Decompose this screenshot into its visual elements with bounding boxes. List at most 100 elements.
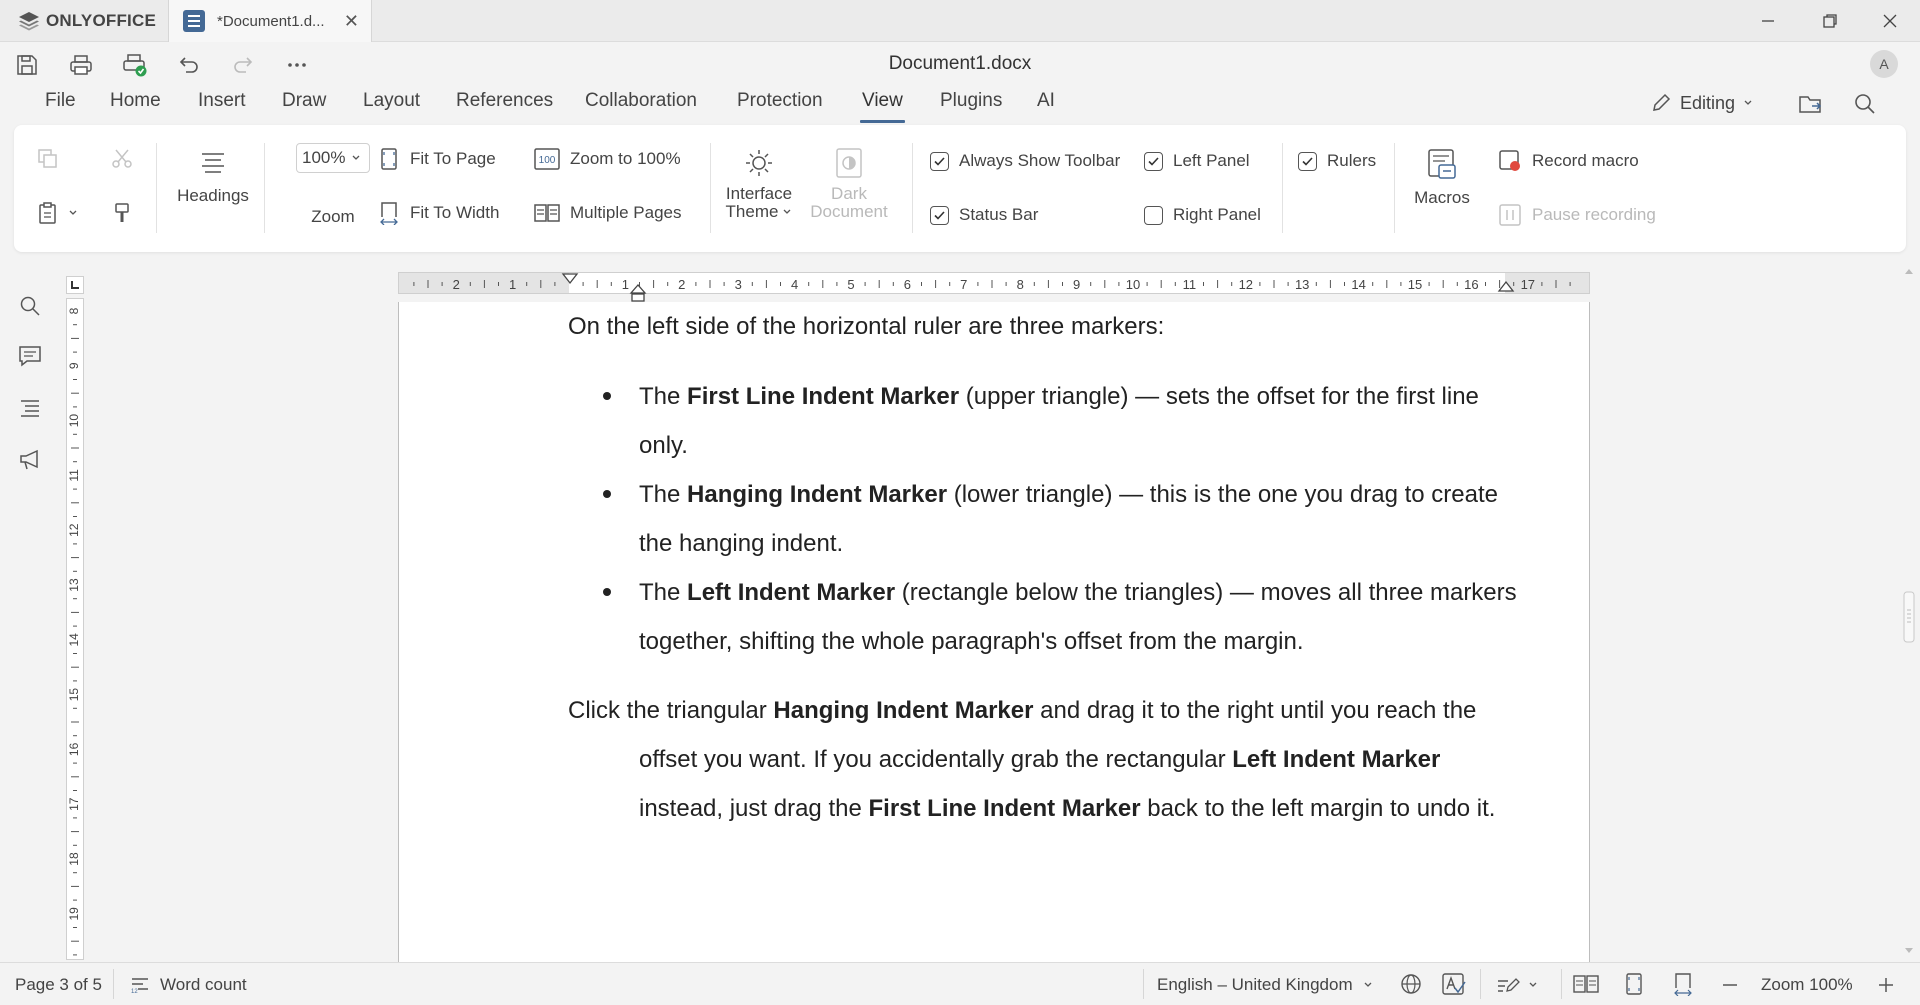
tab-plugins[interactable]: Plugins	[940, 90, 1002, 112]
checkbox-checked[interactable]	[930, 205, 949, 225]
fit-to-width-button[interactable]: Fit To Width	[378, 201, 499, 225]
navigation-button[interactable]	[16, 394, 44, 422]
paste-button[interactable]	[36, 201, 78, 225]
document-language-button[interactable]	[1400, 973, 1422, 1000]
zoom-to-100-button[interactable]: 100 Zoom to 100%	[534, 147, 681, 171]
save-button[interactable]	[12, 50, 42, 80]
hanging-paragraph: Click the triangular Hanging Indent Mark…	[568, 686, 1508, 833]
ruler-number: 12	[67, 523, 81, 537]
feedback-button[interactable]	[16, 446, 44, 474]
paragraph-term: First Line Indent Marker	[868, 795, 1141, 822]
tab-references[interactable]: References	[456, 90, 553, 112]
find-button[interactable]	[16, 292, 44, 320]
more-button[interactable]	[282, 50, 312, 80]
document-page[interactable]: On the left side of the horizontal ruler…	[398, 302, 1590, 962]
right-indent-marker[interactable]	[1497, 279, 1515, 293]
open-file-location-button[interactable]	[1798, 92, 1824, 121]
always-show-toolbar-checkbox[interactable]: Always Show Toolbar	[930, 151, 1120, 171]
close-tab-icon[interactable]: ✕	[344, 11, 359, 32]
headings-button[interactable]: Headings	[174, 149, 252, 205]
search-button[interactable]	[1853, 92, 1877, 121]
reading-mode-button[interactable]	[1573, 974, 1599, 999]
tab-ai[interactable]: AI	[1037, 90, 1055, 112]
status-bar-checkbox[interactable]: Status Bar	[930, 205, 1038, 225]
spell-check-icon	[1442, 973, 1466, 995]
rulers-checkbox[interactable]: Rulers	[1298, 151, 1376, 171]
tab-title: *Document1.d...	[217, 12, 325, 30]
zoom-out-button[interactable]	[1720, 975, 1740, 1000]
multiple-pages-button[interactable]: Multiple Pages	[534, 201, 682, 225]
scroll-down-icon	[1905, 948, 1913, 953]
page-indicator[interactable]: Page 3 of 5	[15, 975, 102, 995]
chevron-down-icon	[1744, 100, 1752, 105]
tab-insert[interactable]: Insert	[198, 90, 246, 112]
instruction-paragraph[interactable]: Click the triangular Hanging Indent Mark…	[568, 686, 1508, 833]
status-separator	[113, 969, 114, 999]
interface-theme-label-1: Interface	[725, 184, 793, 203]
restore-button[interactable]	[1800, 0, 1860, 42]
right-panel-checkbox[interactable]: Right Panel	[1144, 205, 1261, 225]
horizontal-ruler[interactable]: 2 1 1 2 3 4 5 6 7 8 9 10 11 12 13 14 15 16 17	[398, 272, 1590, 302]
tab-selector[interactable]	[66, 276, 84, 294]
zoom-level[interactable]: Zoom 100%	[1761, 975, 1853, 995]
tab-draw[interactable]: Draw	[282, 90, 326, 112]
list-item[interactable]: The Left Indent Marker (rectangle below …	[603, 568, 1519, 666]
vertical-scrollbar[interactable]	[1900, 264, 1918, 960]
comments-button[interactable]	[16, 342, 44, 370]
multiple-pages-icon	[534, 204, 560, 222]
track-changes-button[interactable]	[1496, 975, 1538, 995]
record-macro-button[interactable]: Record macro	[1498, 149, 1639, 173]
checkbox-checked[interactable]	[1298, 151, 1317, 171]
macros-button[interactable]: Macros	[1406, 147, 1478, 207]
undo-button[interactable]	[174, 50, 204, 80]
redo-button[interactable]	[228, 50, 258, 80]
marker-list[interactable]: The First Line Indent Marker (upper tria…	[603, 372, 1519, 666]
checkbox-unchecked[interactable]	[1144, 205, 1163, 225]
list-item[interactable]: The Hanging Indent Marker (lower triangl…	[603, 470, 1519, 568]
check-icon	[934, 156, 945, 166]
pause-recording-button[interactable]: Pause recording	[1498, 203, 1656, 227]
first-line-indent-marker[interactable]	[561, 273, 579, 285]
tab-file[interactable]: File	[45, 90, 76, 112]
copy-button[interactable]	[36, 147, 60, 176]
language-select[interactable]: English – United Kingdom	[1157, 975, 1373, 995]
zoom-in-button[interactable]	[1876, 975, 1896, 1000]
close-window-button[interactable]	[1860, 0, 1920, 42]
fit-page-status-button[interactable]	[1623, 972, 1645, 1001]
cut-button[interactable]	[110, 147, 134, 176]
list-item[interactable]: The First Line Indent Marker (upper tria…	[603, 372, 1519, 470]
ruler-number: 1	[622, 277, 629, 292]
checkbox-checked[interactable]	[930, 151, 949, 171]
fit-width-status-button[interactable]	[1672, 972, 1694, 1001]
document-tab[interactable]: *Document1.d... ✕	[168, 0, 372, 42]
quick-print-button[interactable]	[120, 50, 150, 80]
editing-mode-button[interactable]: Editing	[1650, 92, 1753, 114]
zoom-to-100-label: Zoom to 100%	[570, 149, 681, 168]
tab-layout[interactable]: Layout	[363, 90, 420, 112]
plus-icon	[1879, 978, 1893, 992]
avatar[interactable]: A	[1870, 50, 1898, 78]
ruler-number: 14	[1351, 277, 1365, 292]
word-count-button[interactable]: 12 Word count	[130, 975, 247, 995]
zoom-select[interactable]: 100%	[296, 143, 370, 173]
interface-theme-button[interactable]: Interface Theme	[722, 147, 796, 221]
checkbox-checked[interactable]	[1144, 151, 1163, 171]
minimize-button[interactable]	[1738, 0, 1798, 42]
print-button[interactable]	[66, 50, 96, 80]
spell-check-button[interactable]	[1442, 973, 1466, 1000]
left-panel-checkbox[interactable]: Left Panel	[1144, 151, 1250, 171]
word-count-icon: 12	[131, 978, 148, 994]
tab-view[interactable]: View	[860, 90, 905, 123]
restore-icon	[1823, 14, 1837, 28]
fit-to-page-button[interactable]: Fit To Page	[378, 147, 496, 171]
tab-collaboration[interactable]: Collaboration	[585, 90, 697, 112]
tab-protection[interactable]: Protection	[737, 90, 823, 112]
intro-paragraph[interactable]: On the left side of the horizontal ruler…	[568, 302, 1508, 351]
dark-document-button[interactable]: Dark Document	[810, 147, 888, 221]
tab-home[interactable]: Home	[110, 90, 161, 112]
format-painter-button[interactable]	[110, 201, 134, 230]
vertical-ruler[interactable]: 8 9 10 11 12 13 14 15 16 17 18 19	[66, 298, 84, 960]
zoom-100-icon: 100	[534, 148, 560, 170]
toolbar-separator	[912, 143, 913, 233]
status-separator	[1561, 969, 1562, 999]
